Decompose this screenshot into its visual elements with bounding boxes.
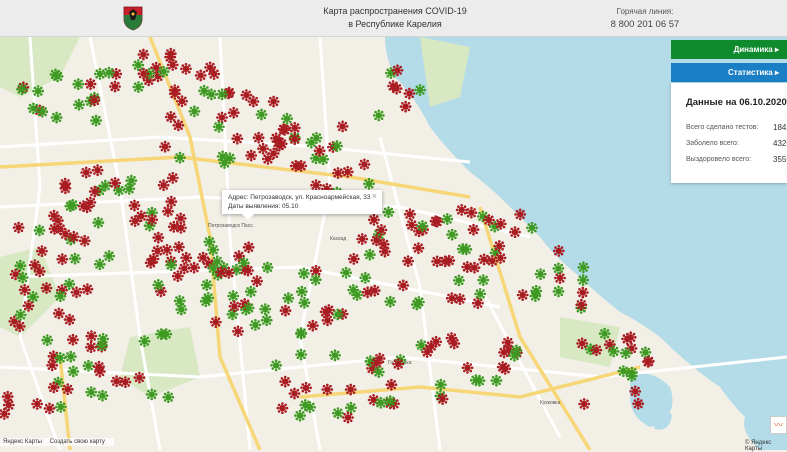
popup-close-icon[interactable]: × xyxy=(372,192,377,201)
hotline-label: Горячая линия: xyxy=(616,7,674,16)
hotline-block: Горячая линия: 8 800 201 06 57 xyxy=(600,5,690,31)
covid-marker-icon[interactable] xyxy=(66,199,79,211)
stats-label-sick: Заболело всего: xyxy=(686,140,739,147)
covid-marker-icon[interactable] xyxy=(1,390,14,403)
map-label-kukkovka: Кукковка xyxy=(540,400,561,406)
covid-marker-icon[interactable] xyxy=(119,376,132,389)
covid-marker-icon[interactable] xyxy=(372,109,385,122)
covid-marker-icon[interactable] xyxy=(385,378,398,391)
covid-marker-icon[interactable] xyxy=(465,206,478,219)
flame-icon[interactable]: 〰 xyxy=(770,416,787,434)
stats-value-sick: 4326 xyxy=(773,139,787,148)
marker-popup: Адрес: Петрозаводск, ул. Красноармейская… xyxy=(222,190,382,220)
dynamics-button[interactable]: Динамика ▸ xyxy=(671,40,787,59)
statistics-button[interactable]: Статистика ▸ xyxy=(671,63,787,82)
covid-marker-icon[interactable] xyxy=(146,213,158,226)
header-bar: Карта распространения COVID-19 в Республ… xyxy=(0,0,787,37)
covid-marker-icon[interactable] xyxy=(180,251,193,264)
stats-label-tests: Всего сделано тестов: xyxy=(686,124,759,131)
stats-value-recovered: 3559 xyxy=(773,155,787,164)
map-label-station: Петрозаводск Пасс. xyxy=(208,223,254,229)
karelia-emblem-icon xyxy=(123,6,143,31)
covid-marker-icon[interactable] xyxy=(145,388,158,401)
covid-marker-icon[interactable] xyxy=(188,105,201,118)
covid-marker-icon[interactable] xyxy=(399,100,412,113)
map-svg: Петрозаводск Пасс. Голиковка Каскад Кукк… xyxy=(0,37,787,450)
covid-marker-icon[interactable] xyxy=(356,233,369,245)
attribution-create-map[interactable]: Создать свою карту xyxy=(50,439,105,445)
stats-date: Данные на 06.10.2020 xyxy=(686,97,787,108)
stats-label-recovered: Выздоровело всего: xyxy=(686,156,752,163)
covid-marker-icon[interactable] xyxy=(270,359,283,372)
covid-marker-icon[interactable] xyxy=(467,223,480,236)
covid-marker-icon[interactable] xyxy=(445,292,458,305)
covid-marker-icon[interactable] xyxy=(472,297,484,310)
covid-marker-icon[interactable] xyxy=(16,271,29,284)
covid-marker-icon[interactable] xyxy=(351,289,364,301)
covid-marker-icon[interactable] xyxy=(478,253,491,266)
stats-value-tests: 1842 xyxy=(773,123,787,132)
covid-marker-icon[interactable] xyxy=(109,177,121,189)
statistics-panel: Данные на 06.10.2020 Всего сделано тесто… xyxy=(671,83,787,183)
hotline-number[interactable]: 8 800 201 06 57 xyxy=(600,18,690,31)
covid-marker-icon[interactable] xyxy=(436,393,449,405)
covid-marker-icon[interactable] xyxy=(249,319,262,331)
popup-date: Даты выявления: 05.10 xyxy=(228,203,299,210)
map-canvas[interactable]: Петрозаводск Пасс. Голиковка Каскад Кукк… xyxy=(0,37,787,450)
covid-marker-icon[interactable] xyxy=(453,274,465,287)
popup-address: Адрес: Петрозаводск, ул. Красноармейская… xyxy=(228,194,371,201)
covid-marker-icon[interactable] xyxy=(321,383,334,396)
covid-marker-icon[interactable] xyxy=(12,221,25,234)
map-label-kaskad: Каскад xyxy=(330,236,346,242)
covid-marker-icon[interactable] xyxy=(455,204,468,216)
page-title: Карта распространения COVID-19 в Республ… xyxy=(270,5,520,31)
map-attribution: Яндекс Карты Создать свою карту xyxy=(0,438,114,446)
title-line-2: в Республике Карелия xyxy=(348,19,442,29)
covid-marker-icon[interactable] xyxy=(483,214,495,226)
attribution-yandex-maps[interactable]: Яндекс Карты xyxy=(3,439,42,445)
title-line-1: Карта распространения COVID-19 xyxy=(323,6,467,16)
covid-marker-icon[interactable] xyxy=(67,333,79,346)
covid-marker-icon[interactable] xyxy=(67,230,80,243)
yandex-copyright: © Яндекс Карты xyxy=(745,440,772,452)
covid-marker-icon[interactable] xyxy=(92,216,105,229)
